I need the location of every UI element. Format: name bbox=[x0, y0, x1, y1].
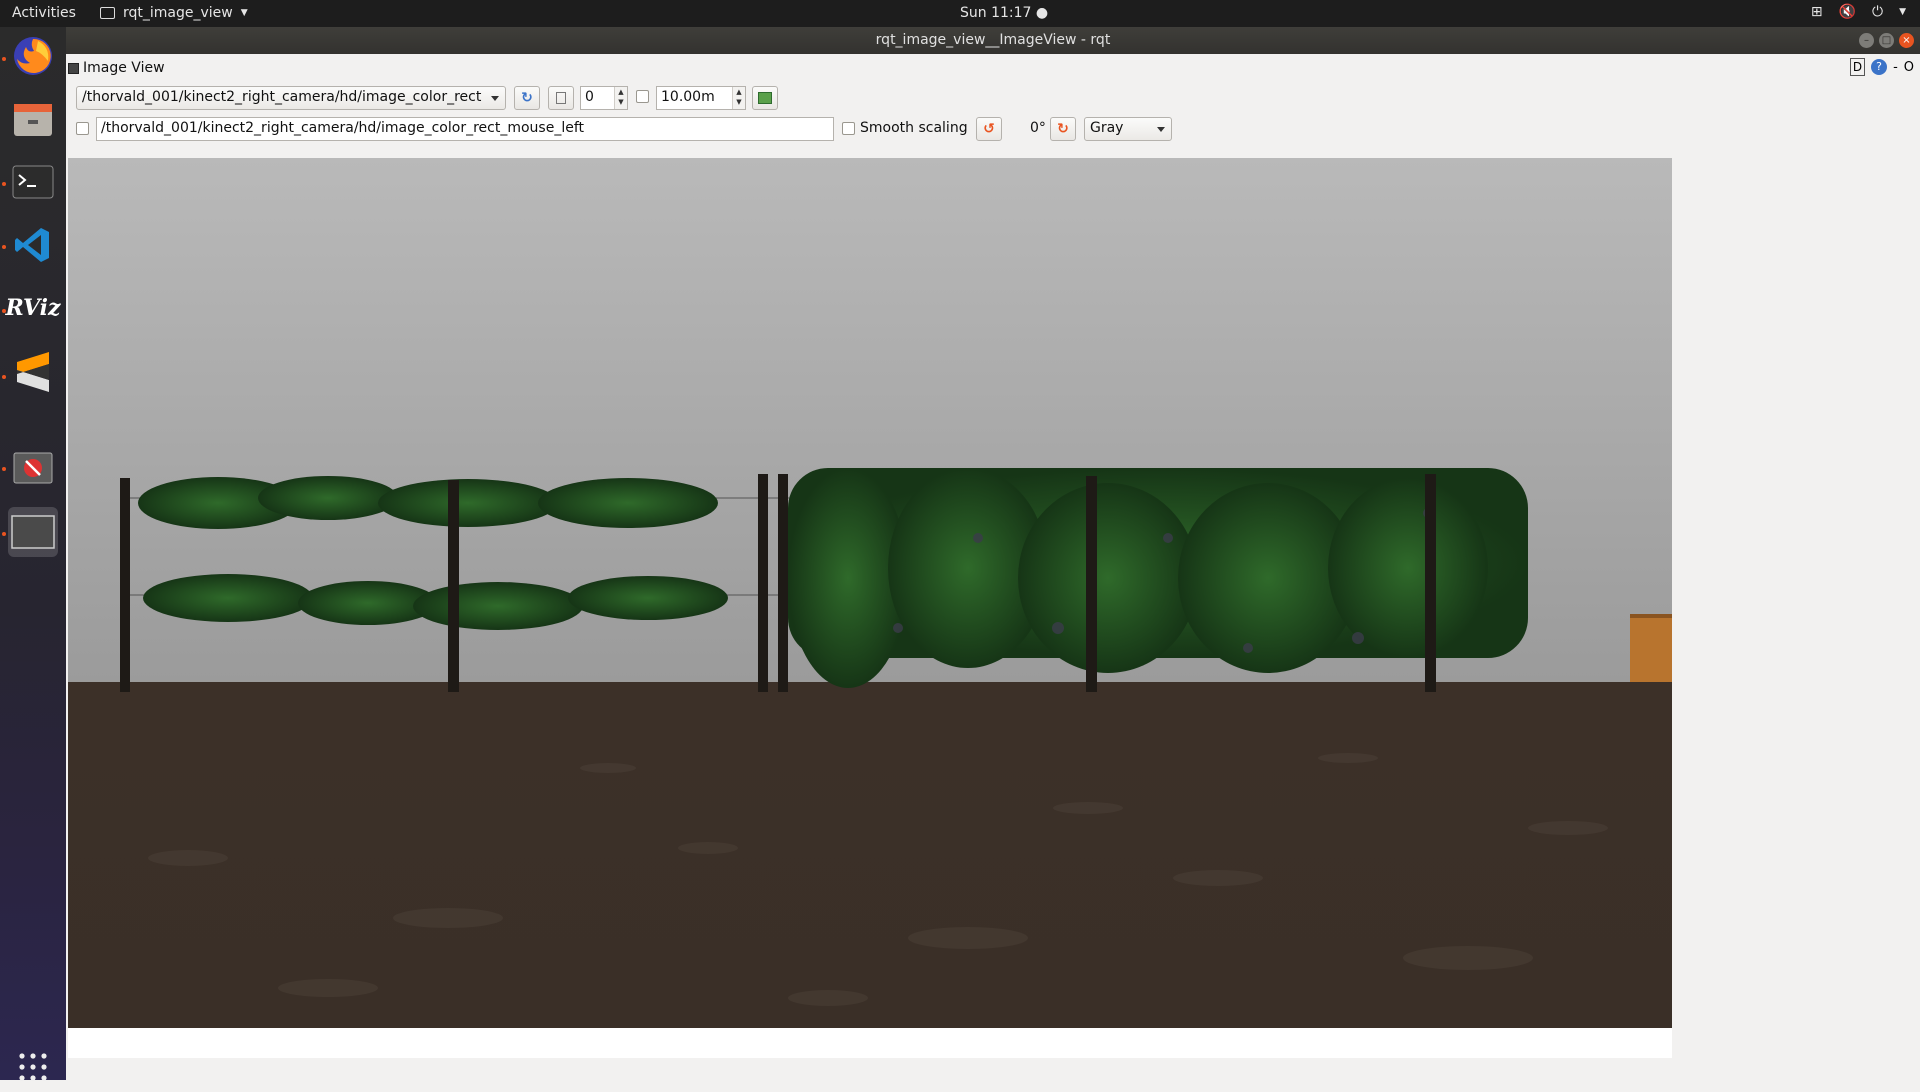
dockwidget-close-button[interactable]: O bbox=[1904, 60, 1914, 75]
max-range-input[interactable]: 10.00m ▲ ▼ bbox=[656, 86, 746, 110]
topic-select[interactable]: /thorvald_001/kinect2_right_camera/hd/im… bbox=[76, 86, 506, 110]
chevron-down-icon bbox=[491, 96, 499, 101]
chevron-down-icon: ▼ bbox=[240, 8, 248, 18]
clock[interactable]: Sun 11:17 ● bbox=[960, 5, 1048, 21]
help-icon[interactable]: ? bbox=[1871, 59, 1888, 75]
window-icon[interactable] bbox=[8, 507, 58, 557]
camera-image bbox=[68, 158, 1672, 1028]
sublime-icon[interactable] bbox=[8, 347, 58, 397]
max-range-checkbox[interactable] bbox=[636, 90, 649, 103]
image-view[interactable] bbox=[68, 158, 1672, 1028]
network-icon: ⊞ bbox=[1810, 4, 1823, 20]
mouse-topic-value: /thorvald_001/kinect2_right_camera/hd/im… bbox=[101, 120, 584, 136]
dockwidget-minimize-button[interactable]: - bbox=[1893, 60, 1898, 75]
rotation-label: 0° bbox=[1030, 120, 1046, 136]
rotate-left-icon: ↺ bbox=[983, 121, 995, 137]
top-bar: Activities rqt_image_view ▼ Sun 11:17 ● … bbox=[0, 0, 1920, 27]
vscode-icon[interactable] bbox=[8, 220, 58, 270]
mouse-topic-input[interactable]: /thorvald_001/kinect2_right_camera/hd/im… bbox=[96, 117, 834, 141]
mouse-publish-checkbox[interactable] bbox=[76, 122, 89, 135]
maximize-button[interactable]: □ bbox=[1879, 33, 1894, 48]
max-range-value: 10.00m bbox=[661, 89, 715, 105]
smooth-scaling-checkbox[interactable] bbox=[842, 122, 855, 135]
running-indicator bbox=[2, 57, 6, 61]
files-icon[interactable] bbox=[8, 95, 58, 145]
save-image-icon bbox=[758, 92, 772, 104]
window-titlebar[interactable]: rqt_image_view__ImageView - rqt – □ × bbox=[66, 27, 1920, 54]
smooth-scaling-label: Smooth scaling bbox=[860, 120, 968, 136]
close-button[interactable]: × bbox=[1899, 33, 1914, 48]
running-indicator bbox=[2, 245, 6, 249]
running-indicator bbox=[2, 467, 6, 471]
rotate-right-icon: ↻ bbox=[1057, 121, 1069, 137]
show-applications-icon[interactable] bbox=[8, 1042, 58, 1092]
refresh-icon: ↻ bbox=[521, 90, 533, 106]
running-indicator bbox=[2, 182, 6, 186]
rviz-icon[interactable]: RViz bbox=[5, 283, 60, 333]
dockwidget-icon bbox=[68, 62, 79, 74]
spin-value-input[interactable]: 0 ▲ ▼ bbox=[580, 86, 628, 110]
power-icon: ⏻ bbox=[1872, 4, 1884, 20]
fit-icon bbox=[556, 92, 566, 104]
save-image-button[interactable] bbox=[752, 86, 778, 110]
color-scheme-value: Gray bbox=[1090, 120, 1124, 136]
firefox-icon[interactable] bbox=[8, 31, 58, 81]
running-indicator bbox=[2, 532, 6, 536]
terminal-icon[interactable] bbox=[8, 157, 58, 207]
chevron-down-icon bbox=[1157, 127, 1165, 132]
dockwidget-buttons: D ? - O bbox=[1849, 58, 1914, 76]
dock: RViz bbox=[0, 27, 66, 1081]
rotate-left-button[interactable]: ↺ bbox=[976, 117, 1002, 141]
topic-select-value: /thorvald_001/kinect2_right_camera/hd/im… bbox=[82, 89, 482, 105]
running-indicator bbox=[2, 375, 6, 379]
chevron-down-icon: ▼ bbox=[1899, 7, 1906, 17]
dockwidget-d-button[interactable]: D bbox=[1849, 58, 1866, 76]
dockwidget-title: Image View bbox=[68, 58, 165, 78]
rqt-icon[interactable] bbox=[8, 443, 58, 493]
activities-button[interactable]: Activities bbox=[12, 5, 76, 21]
system-tray[interactable]: ⊞ 🔇 ⏻ ▼ bbox=[1811, 4, 1906, 20]
dockwidget-title-label: Image View bbox=[83, 60, 165, 76]
spin-arrows[interactable]: ▲ ▼ bbox=[614, 87, 627, 109]
max-range-arrows[interactable]: ▲ ▼ bbox=[732, 87, 745, 109]
rotate-right-button[interactable]: ↻ bbox=[1050, 117, 1076, 141]
zoom-fit-button[interactable] bbox=[548, 86, 574, 110]
window-title: rqt_image_view__ImageView - rqt bbox=[875, 32, 1111, 48]
refresh-topics-button[interactable]: ↻ bbox=[514, 86, 540, 110]
volume-icon: 🔇 bbox=[1838, 4, 1856, 20]
spin-value: 0 bbox=[585, 89, 594, 105]
app-menu[interactable]: rqt_image_view ▼ bbox=[100, 5, 248, 21]
app-menu-label: rqt_image_view bbox=[123, 5, 233, 21]
color-scheme-select[interactable]: Gray bbox=[1084, 117, 1172, 141]
minimize-button[interactable]: – bbox=[1859, 33, 1874, 48]
image-view-footer bbox=[68, 1028, 1672, 1058]
window-icon bbox=[100, 7, 115, 19]
